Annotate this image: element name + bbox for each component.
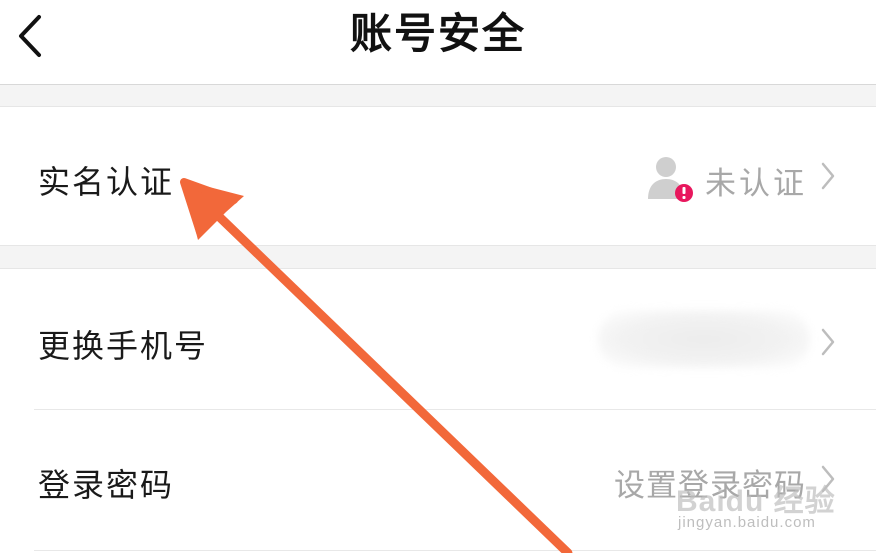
row-real-name-verification[interactable]: 实名认证 未认证 <box>0 107 876 245</box>
baidu-jingyan-watermark: Baidu 经验 jingyan.baidu.com <box>676 470 836 540</box>
verification-status: 未认证 <box>705 166 807 202</box>
chevron-right-icon <box>820 161 836 195</box>
row-label-real-name: 实名认证 <box>38 163 175 201</box>
page-title: 账号安全 <box>349 9 526 58</box>
watermark-url: jingyan.baidu.com <box>678 514 816 531</box>
section-verification: 实名认证 未认证 <box>0 106 876 246</box>
row-divider <box>34 550 876 551</box>
user-warning-icon <box>646 155 696 205</box>
chevron-right-icon <box>820 327 836 361</box>
phone-number-obscured <box>598 310 810 368</box>
row-label-change-phone: 更换手机号 <box>38 327 209 365</box>
row-label-login-password: 登录密码 <box>38 466 175 504</box>
account-security-screen: 账号安全 实名认证 未认证 更换手机号 登录密码 设置登录密码 Baidu 经验… <box>0 0 876 553</box>
header-bar: 账号安全 <box>0 0 876 85</box>
